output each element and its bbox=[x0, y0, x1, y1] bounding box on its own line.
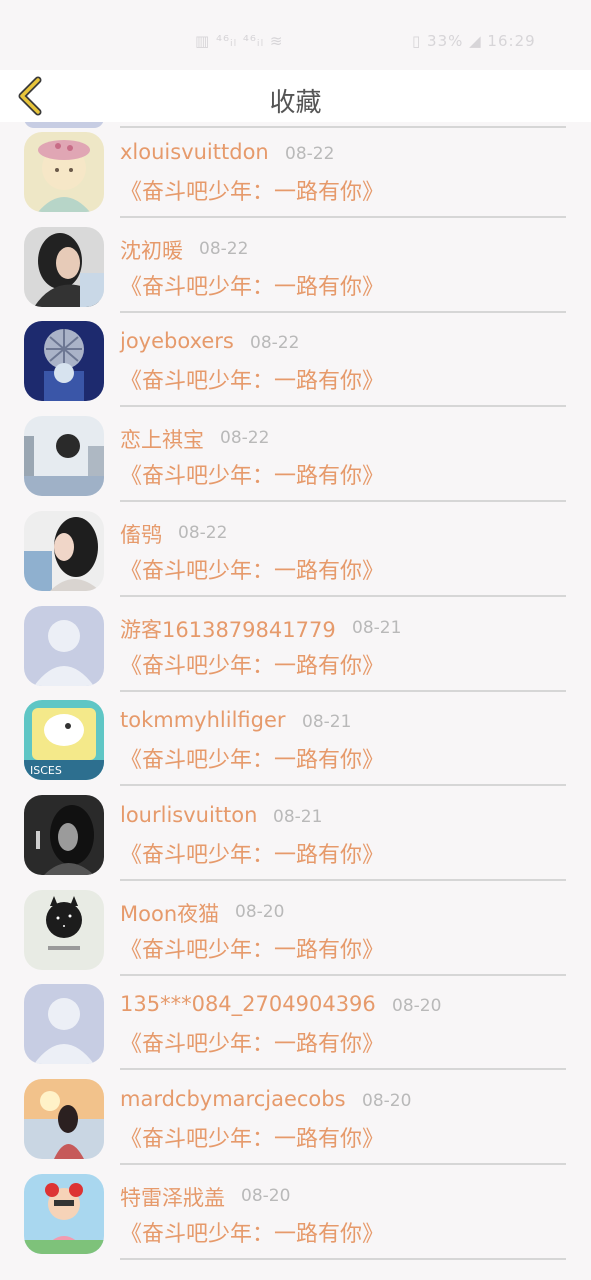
status-bar: ▥ ⁴⁶ᵢₗ ⁴⁶ᵢₗ ≋ ▯ 33% ◢ 16:29 bbox=[0, 0, 591, 70]
avatar[interactable] bbox=[24, 416, 104, 497]
date: 08-22 bbox=[250, 333, 300, 354]
show-title: 《奋斗吧少年：一路有你》 bbox=[120, 653, 385, 679]
show-title: 《奋斗吧少年：一路有你》 bbox=[120, 748, 385, 774]
username: tokmmyhlilfiger bbox=[120, 708, 286, 733]
show-title: 《奋斗吧少年：一路有你》 bbox=[120, 1221, 385, 1247]
date: 08-22 bbox=[220, 428, 270, 449]
username: 游客1613879841779 bbox=[120, 617, 336, 642]
date: 08-20 bbox=[392, 996, 442, 1017]
date: 08-22 bbox=[178, 522, 228, 543]
list-item[interactable]: 傗鸮 08-22 《奋斗吧少年：一路有你》 bbox=[0, 501, 591, 597]
date: 08-21 bbox=[273, 806, 323, 827]
avatar[interactable]: ISCES bbox=[24, 700, 104, 781]
avatar[interactable] bbox=[24, 605, 104, 686]
username: lourlisvuitton bbox=[120, 802, 258, 827]
sunset-girl-avatar bbox=[24, 1079, 104, 1159]
divider bbox=[120, 1257, 566, 1260]
night-star-cat-avatar bbox=[24, 889, 104, 970]
show-title: 《奋斗吧少年：一路有你》 bbox=[120, 369, 385, 395]
default-user-avatar bbox=[24, 605, 104, 686]
list-item[interactable]: mardcbymarcjaecobs 08-20 《奋斗吧少年：一路有你》 bbox=[0, 1069, 591, 1165]
date: 08-20 bbox=[362, 1091, 412, 1111]
avatar[interactable] bbox=[24, 889, 104, 970]
list-item[interactable]: 游客1613879841779 08-21 《奋斗吧少年：一路有你》 bbox=[0, 596, 591, 692]
date: 08-20 bbox=[241, 1185, 291, 1206]
battery-clock: ▯ 33% ◢ 16:29 bbox=[412, 32, 536, 50]
list-item[interactable]: lourlisvuitton 08-21 《奋斗吧少年：一路有你》 bbox=[0, 785, 591, 881]
signal-icons: ▥ ⁴⁶ᵢₗ ⁴⁶ᵢₗ ≋ bbox=[195, 32, 284, 50]
girl-profile-avatar bbox=[24, 510, 104, 591]
list-item[interactable]: 135***084_2704904396 08-20 《奋斗吧少年：一路有你》 bbox=[0, 974, 591, 1071]
list-item[interactable]: xlouisvuittdon 08-22 《奋斗吧少年：一路有你》 bbox=[0, 122, 591, 218]
date: 08-21 bbox=[352, 617, 402, 638]
username: mardcbymarcjaecobs bbox=[120, 1087, 346, 1111]
username: 恋上祺宝 bbox=[120, 428, 204, 453]
avatar[interactable] bbox=[24, 984, 104, 1065]
avatar[interactable] bbox=[24, 1173, 104, 1254]
list-item[interactable]: 特雷泽戕盖 08-20 《奋斗吧少年：一路有你》 bbox=[0, 1164, 591, 1260]
username: 傗鸮 bbox=[120, 522, 162, 547]
username: xlouisvuittdon bbox=[120, 140, 269, 164]
username: 特雷泽戕盖 bbox=[120, 1185, 225, 1210]
show-title: 《奋斗吧少年：一路有你》 bbox=[120, 937, 385, 963]
avatar[interactable] bbox=[24, 510, 104, 591]
avatar[interactable] bbox=[24, 226, 104, 307]
list-item[interactable]: Moon夜猫 08-20 《奋斗吧少年：一路有你》 bbox=[0, 880, 591, 976]
cartoon-group-avatar bbox=[24, 1173, 104, 1254]
avatar[interactable] bbox=[24, 321, 104, 402]
date: 08-20 bbox=[235, 901, 285, 922]
avatar[interactable] bbox=[24, 1079, 104, 1159]
show-title: 《奋斗吧少年：一路有你》 bbox=[120, 274, 385, 300]
dark-hair-girl-avatar bbox=[24, 226, 104, 307]
show-title: 《奋斗吧少年：一路有你》 bbox=[120, 842, 385, 868]
header-bar: 收藏 bbox=[0, 70, 591, 122]
show-title: 《奋斗吧少年：一路有你》 bbox=[120, 558, 385, 584]
list-item[interactable]: joyeboxers 08-22 《奋斗吧少年：一路有你》 bbox=[0, 311, 591, 408]
date: 08-22 bbox=[199, 238, 249, 259]
username: joyeboxers bbox=[120, 329, 234, 354]
username: 沈初暖 bbox=[120, 238, 183, 263]
username: 135***084_2704904396 bbox=[120, 992, 376, 1017]
bw-portrait-avatar bbox=[24, 794, 104, 875]
svg-text:ISCES: ISCES bbox=[30, 764, 62, 777]
list-item[interactable]: ISCES tokmmyhlilfiger 08-21 《奋斗吧少年：一路有你》 bbox=[0, 690, 591, 787]
username: Moon夜猫 bbox=[120, 901, 220, 926]
avatar[interactable] bbox=[24, 132, 104, 212]
show-title: 《奋斗吧少年：一路有你》 bbox=[120, 1127, 385, 1152]
show-title: 《奋斗吧少年：一路有你》 bbox=[120, 180, 385, 205]
page-title: 收藏 bbox=[269, 88, 322, 118]
show-title: 《奋斗吧少年：一路有你》 bbox=[120, 1032, 385, 1058]
list-item[interactable]: 恋上祺宝 08-22 《奋斗吧少年：一路有你》 bbox=[0, 406, 591, 503]
date: 08-21 bbox=[302, 712, 352, 733]
show-title: 《奋斗吧少年：一路有你》 bbox=[120, 464, 385, 490]
pisces-cartoon-avatar: ISCES bbox=[24, 700, 104, 781]
default-user-avatar bbox=[24, 984, 104, 1065]
avatar[interactable] bbox=[24, 794, 104, 875]
date: 08-22 bbox=[285, 144, 335, 164]
list-item[interactable]: 沈初暖 08-22 《奋斗吧少年：一路有你》 bbox=[0, 217, 591, 313]
disco-ball-avatar bbox=[24, 321, 104, 402]
boy-cityscape-avatar bbox=[24, 416, 104, 497]
girl-illustration-avatar bbox=[24, 132, 104, 212]
